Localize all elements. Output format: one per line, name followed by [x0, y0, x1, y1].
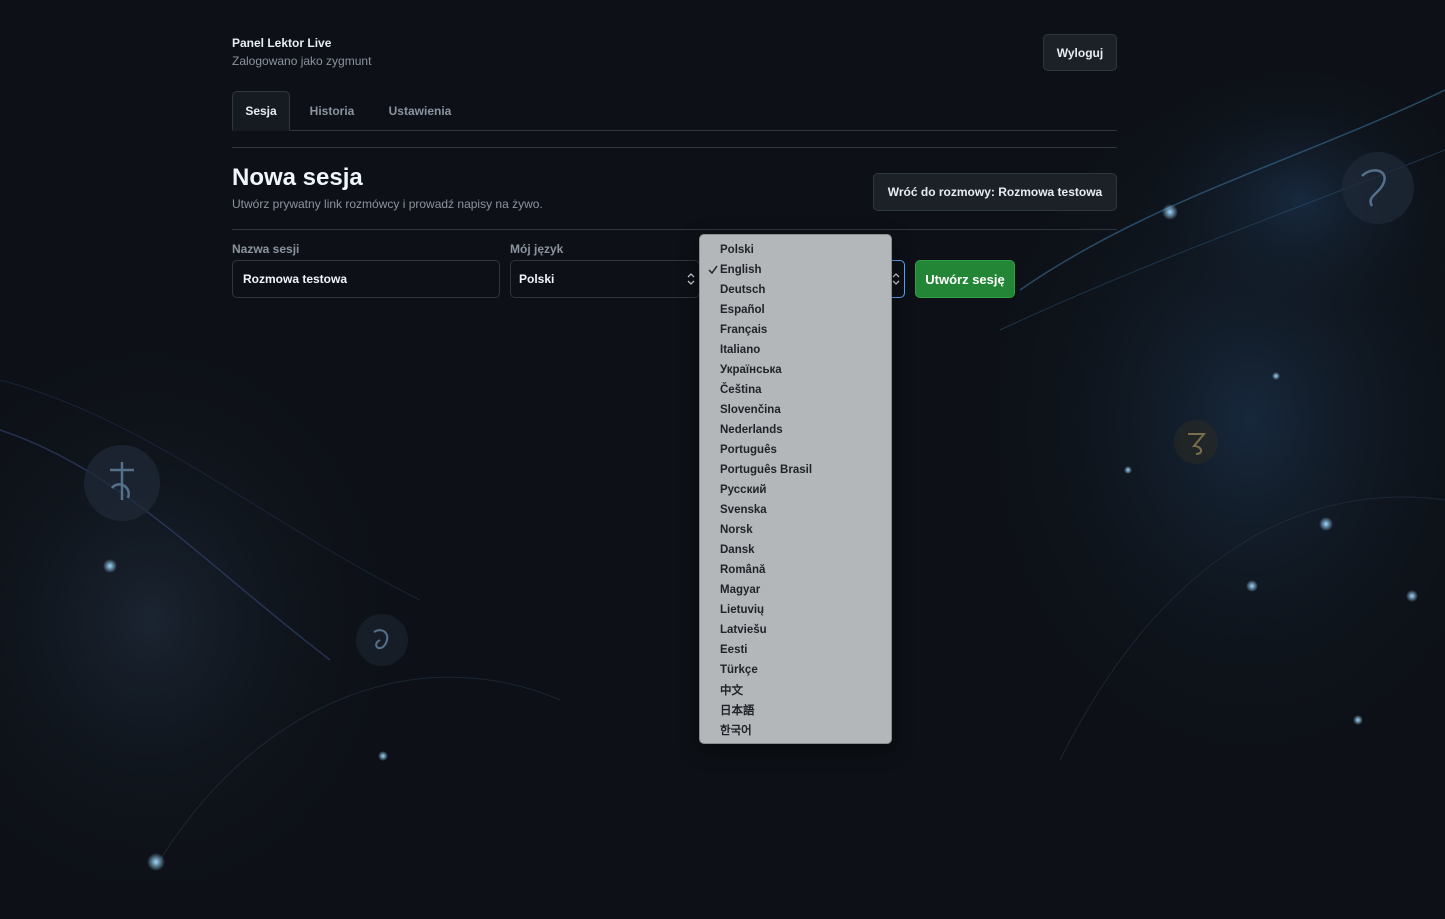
language-option-label: Português — [720, 444, 777, 456]
section-divider — [232, 147, 1117, 148]
language-option-label: Lietuvių — [720, 604, 765, 616]
language-option[interactable]: 中文 — [700, 680, 891, 700]
language-option-label: Українська — [720, 364, 782, 376]
language-option-label: Magyar — [720, 584, 761, 596]
session-name-input[interactable]: Rozmowa testowa — [232, 260, 500, 298]
language-option-label: Nederlands — [720, 424, 783, 436]
language-option[interactable]: Latviešu — [700, 620, 891, 640]
language-option-label: English — [720, 264, 762, 276]
session-name-label: Nazwa sesji — [232, 242, 300, 256]
logout-button[interactable]: Wyloguj — [1043, 34, 1117, 71]
tab-bar: Sesja Historia Ustawienia — [232, 91, 1117, 131]
language-option-label: Eesti — [720, 644, 748, 656]
select-arrows-icon — [892, 273, 900, 285]
language-option[interactable]: Português Brasil — [700, 460, 891, 480]
language-option[interactable]: Polski — [700, 240, 891, 260]
language-option[interactable]: Eesti — [700, 640, 891, 660]
language-option[interactable]: Français — [700, 320, 891, 340]
my-language-select[interactable]: Polski — [510, 260, 700, 298]
language-option[interactable]: Čeština — [700, 380, 891, 400]
language-option[interactable]: English — [700, 260, 891, 280]
create-session-button[interactable]: Utwórz sesję — [915, 260, 1015, 298]
language-option-label: 日本語 — [720, 705, 755, 717]
language-option-label: Norsk — [720, 524, 753, 536]
language-option[interactable]: Română — [700, 560, 891, 580]
logged-in-as: Zalogowano jako zygmunt — [232, 54, 372, 68]
language-option[interactable]: 日本語 — [700, 700, 891, 720]
language-option-label: Svenska — [720, 504, 767, 516]
my-language-value: Polski — [519, 272, 555, 286]
page-description: Utwórz prywatny link rozmówcy i prowadź … — [232, 197, 543, 211]
language-option[interactable]: Svenska — [700, 500, 891, 520]
main-content: Panel Lektor Live Zalogowano jako zygmun… — [232, 0, 1117, 919]
language-option[interactable]: Türkçe — [700, 660, 891, 680]
language-option-label: Français — [720, 324, 768, 336]
language-option-label: 中文 — [720, 685, 743, 697]
language-option[interactable]: Dansk — [700, 540, 891, 560]
my-language-label: Mój język — [510, 242, 564, 256]
language-option-label: Latviešu — [720, 624, 767, 636]
tab-ustawienia[interactable]: Ustawienia — [376, 91, 464, 130]
language-option[interactable]: 한국어 — [700, 720, 891, 740]
language-dropdown-list: Polski English Deutsch Español Français Itali… — [699, 234, 892, 744]
language-option-label: Slovenčina — [720, 404, 781, 416]
language-option-label: Polski — [720, 244, 754, 256]
language-option[interactable]: Українська — [700, 360, 891, 380]
select-arrows-icon — [687, 273, 695, 285]
language-option-label: Türkçe — [720, 664, 758, 676]
language-option[interactable]: Magyar — [700, 580, 891, 600]
language-option-label: 한국어 — [720, 725, 752, 737]
back-to-conversation-button[interactable]: Wróć do rozmowy: Rozmowa testowa — [873, 173, 1117, 211]
language-option-label: Română — [720, 564, 766, 576]
form-divider — [232, 229, 1117, 230]
language-option[interactable]: Lietuvių — [700, 600, 891, 620]
language-option[interactable]: Español — [700, 300, 891, 320]
language-option[interactable]: Русский — [700, 480, 891, 500]
language-option-label: Deutsch — [720, 284, 766, 296]
page-title: Nowa sesja — [232, 164, 363, 191]
checkmark-icon — [708, 265, 718, 275]
language-option[interactable]: Deutsch — [700, 280, 891, 300]
language-option[interactable]: Slovenčina — [700, 400, 891, 420]
tab-sesja[interactable]: Sesja — [232, 91, 290, 131]
language-option-label: Português Brasil — [720, 464, 813, 476]
language-option-label: Русский — [720, 484, 767, 496]
session-name-value: Rozmowa testowa — [243, 272, 348, 286]
language-option[interactable]: Português — [700, 440, 891, 460]
language-option[interactable]: Nederlands — [700, 420, 891, 440]
language-option[interactable]: Italiano — [700, 340, 891, 360]
language-option-label: Čeština — [720, 384, 762, 396]
language-option[interactable]: Norsk — [700, 520, 891, 540]
tab-historia[interactable]: Historia — [294, 91, 370, 130]
app-title: Panel Lektor Live — [232, 36, 332, 50]
language-option-label: Español — [720, 304, 765, 316]
language-option-label: Dansk — [720, 544, 755, 556]
language-option-label: Italiano — [720, 344, 761, 356]
